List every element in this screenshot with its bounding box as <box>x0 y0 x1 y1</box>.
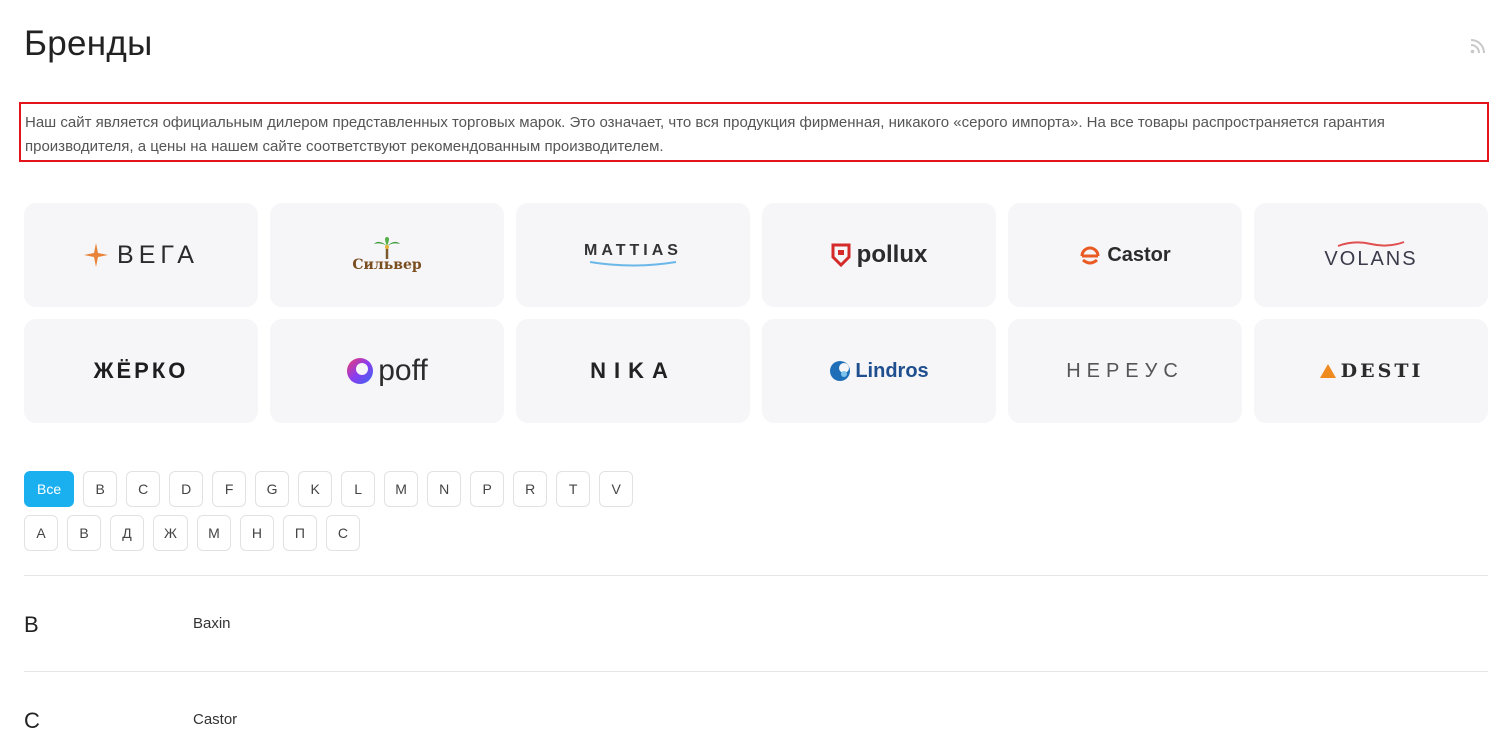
wave-icon <box>589 261 677 267</box>
palm-icon <box>373 237 400 259</box>
brand-logo-text: NIKA <box>590 358 676 383</box>
brand-card-zherko[interactable]: ЖЁРКО <box>24 319 258 423</box>
brand-card-castor[interactable]: Castor <box>1008 203 1242 307</box>
section-divider <box>24 575 1488 576</box>
brand-card-volans[interactable]: VOLANS <box>1254 203 1488 307</box>
brand-logo-text: pollux <box>856 241 928 268</box>
filter-letter[interactable]: А <box>24 515 58 551</box>
filter-letter[interactable]: P <box>470 471 505 507</box>
filter-letter[interactable]: B <box>83 471 118 507</box>
brand-card-vega[interactable]: ВЕГА <box>24 203 258 307</box>
star-icon <box>84 243 109 267</box>
section-letter: C <box>24 708 40 733</box>
castor-mark-icon <box>1080 246 1100 265</box>
intro-text: Наш сайт является официальным дилером пр… <box>19 102 1489 162</box>
brand-logo-text: Сильвер <box>352 257 422 273</box>
brand-logo-text: ЖЁРКО <box>93 358 189 383</box>
brand-logo-text: VOLANS <box>1324 247 1418 270</box>
brand-link[interactable]: Baxin <box>193 615 231 632</box>
filter-letter[interactable]: D <box>169 471 204 507</box>
filter-letter[interactable]: G <box>255 471 290 507</box>
brand-link[interactable]: Castor <box>193 711 237 728</box>
letter-filter-latin: Все B C D F G K L M N P R T V <box>24 471 1488 507</box>
brand-logo-text: ВЕГА <box>117 240 199 269</box>
filter-letter[interactable]: M <box>384 471 419 507</box>
filter-letter[interactable]: T <box>556 471 591 507</box>
brand-logo-text: НЕРЕУС <box>1066 359 1184 382</box>
brand-logo-text: poff <box>378 354 428 387</box>
filter-letter[interactable]: C <box>126 471 161 507</box>
filter-letter[interactable]: V <box>599 471 634 507</box>
brand-card-desti[interactable]: DESTI <box>1254 319 1488 423</box>
poff-mark-icon <box>347 358 374 384</box>
shield-icon <box>831 243 851 267</box>
filter-letter[interactable]: R <box>513 471 548 507</box>
brand-card-poff[interactable]: poff <box>270 319 504 423</box>
filter-letter[interactable]: N <box>427 471 462 507</box>
brand-logo-text: Castor <box>1107 243 1171 266</box>
filter-letter[interactable]: F <box>212 471 247 507</box>
brand-card-mattias[interactable]: MATTIAS <box>516 203 750 307</box>
filter-letter[interactable]: L <box>341 471 376 507</box>
filter-letter[interactable]: С <box>325 515 360 551</box>
brand-card-nereus[interactable]: НЕРЕУС <box>1008 319 1242 423</box>
brand-logo-text: Lindros <box>855 359 929 382</box>
brand-logo-grid: ВЕГА Сильвер MATTIAS pollux Castor VOLAN… <box>24 203 1488 423</box>
filter-letter[interactable]: K <box>298 471 333 507</box>
filter-letter[interactable]: П <box>282 515 317 551</box>
filter-letter[interactable]: Д <box>110 515 144 551</box>
filter-letter[interactable]: Ж <box>153 515 188 551</box>
brand-card-lindros[interactable]: Lindros <box>762 319 996 423</box>
letter-filter-cyrillic: А В Д Ж М Н П С <box>24 515 1488 551</box>
page-title: Бренды <box>24 24 153 63</box>
brand-card-silver[interactable]: Сильвер <box>270 203 504 307</box>
wave-icon <box>1337 240 1405 247</box>
filter-letter[interactable]: Н <box>239 515 274 551</box>
rss-icon[interactable] <box>1469 37 1487 55</box>
section-divider <box>24 671 1488 672</box>
brand-logo-text: DESTI <box>1340 360 1424 382</box>
triangle-icon <box>1319 364 1336 378</box>
brand-card-nika[interactable]: NIKA <box>516 319 750 423</box>
brand-logo-text: MATTIAS <box>584 242 682 259</box>
lindros-mark-icon <box>830 361 851 381</box>
filter-letter[interactable]: В <box>67 515 101 551</box>
brand-card-pollux[interactable]: pollux <box>762 203 996 307</box>
section-letter: B <box>24 612 39 637</box>
filter-letter[interactable]: М <box>196 515 231 551</box>
filter-all[interactable]: Все <box>24 471 75 507</box>
